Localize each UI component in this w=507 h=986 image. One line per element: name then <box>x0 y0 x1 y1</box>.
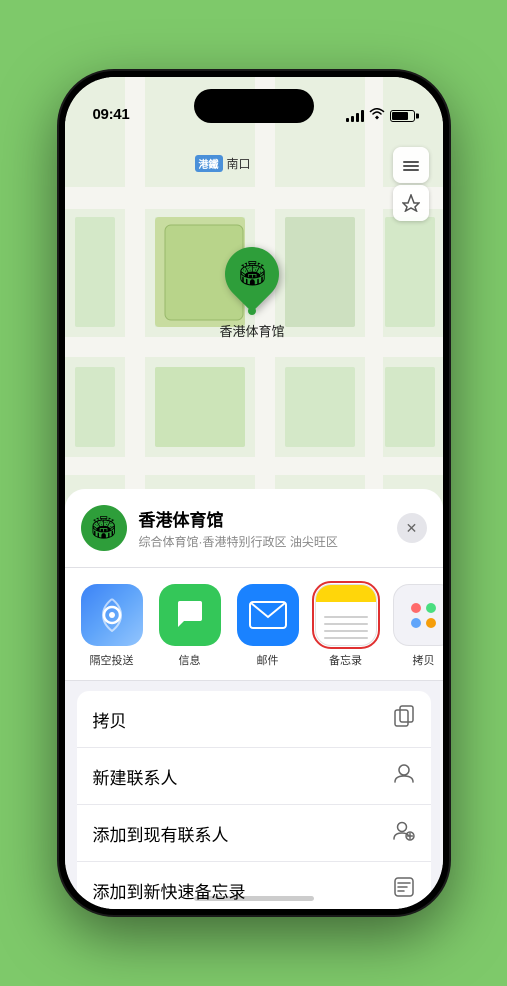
status-icons <box>346 108 415 123</box>
notes-line-1 <box>324 616 368 618</box>
share-item-more[interactable]: 拷贝 <box>393 584 443 668</box>
notes-icon-wrap <box>315 584 377 646</box>
map-layers-button[interactable] <box>393 147 429 183</box>
share-item-notes[interactable]: 备忘录 <box>315 584 377 668</box>
menu-item-add-contact[interactable]: 添加到现有联系人 <box>77 805 431 862</box>
map-buttons <box>393 147 429 221</box>
marker-dot <box>248 307 256 315</box>
close-button[interactable]: ✕ <box>397 513 427 543</box>
airdrop-icon <box>81 584 143 646</box>
quick-note-icon <box>393 876 415 904</box>
more-icon-wrap <box>393 584 443 646</box>
status-time: 09:41 <box>93 106 130 123</box>
venue-card: 🏟 香港体育馆 综合体育馆·香港特别行政区 油尖旺区 ✕ <box>65 489 443 568</box>
bottom-sheet: 🏟 香港体育馆 综合体育馆·香港特别行政区 油尖旺区 ✕ <box>65 489 443 909</box>
station-label: 港鐵 南口 <box>195 155 251 172</box>
signal-bar-2 <box>351 116 354 122</box>
phone-screen: 09:41 <box>65 77 443 909</box>
signal-bar-3 <box>356 113 359 122</box>
battery-fill <box>392 112 409 120</box>
venue-card-icon: 🏟 <box>81 505 127 551</box>
add-contact-icon <box>393 819 415 847</box>
venue-map-label: 香港体育馆 <box>220 321 285 340</box>
menu-copy-text: 拷贝 <box>93 707 127 732</box>
dynamic-island <box>194 89 314 123</box>
signal-bars <box>346 110 364 122</box>
marker-pin: 🏟 <box>214 236 290 312</box>
venue-marker[interactable]: 🏟 香港体育馆 <box>220 247 285 340</box>
menu-item-copy[interactable]: 拷贝 <box>77 691 431 748</box>
phone-frame: 09:41 <box>59 71 449 915</box>
airdrop-label: 隔空投送 <box>90 652 134 668</box>
station-badge: 港鐵 <box>195 155 223 172</box>
notes-line-2 <box>324 623 368 625</box>
map-area: 港鐵 南口 <box>65 77 443 537</box>
home-indicator <box>194 896 314 901</box>
menu-item-quick-note[interactable]: 添加到新快速备忘录 <box>77 862 431 909</box>
notes-lines <box>324 616 368 639</box>
station-name: 南口 <box>227 155 251 172</box>
messages-label: 信息 <box>179 652 201 668</box>
notes-line-4 <box>324 637 368 639</box>
signal-bar-1 <box>346 118 349 122</box>
menu-add-contact-text: 添加到现有联系人 <box>93 821 229 846</box>
venue-info: 香港体育馆 综合体育馆·香港特别行政区 油尖旺区 <box>139 506 385 550</box>
menu-container: 拷贝 新建联系人 <box>65 691 443 909</box>
notes-line-3 <box>324 630 368 632</box>
menu-section: 拷贝 新建联系人 <box>77 691 431 909</box>
notes-label: 备忘录 <box>329 652 362 668</box>
signal-bar-4 <box>361 110 364 122</box>
share-row: 隔空投送 信息 <box>65 568 443 681</box>
copy-icon <box>393 705 415 733</box>
venue-subtitle: 综合体育馆·香港特别行政区 油尖旺区 <box>139 533 385 550</box>
share-item-messages[interactable]: 信息 <box>159 584 221 668</box>
mail-icon-wrap <box>237 584 299 646</box>
menu-new-contact-text: 新建联系人 <box>93 764 178 789</box>
wifi-icon <box>369 108 385 123</box>
messages-icon-wrap <box>159 584 221 646</box>
marker-inner: 🏟 <box>237 260 267 289</box>
map-location-button[interactable] <box>393 185 429 221</box>
share-item-mail[interactable]: 邮件 <box>237 584 299 668</box>
more-label: 拷贝 <box>413 652 435 668</box>
new-contact-icon <box>393 762 415 790</box>
mail-label: 邮件 <box>257 652 279 668</box>
venue-title: 香港体育馆 <box>139 506 385 531</box>
battery-icon <box>390 110 415 122</box>
share-item-airdrop[interactable]: 隔空投送 <box>81 584 143 668</box>
menu-item-new-contact[interactable]: 新建联系人 <box>77 748 431 805</box>
